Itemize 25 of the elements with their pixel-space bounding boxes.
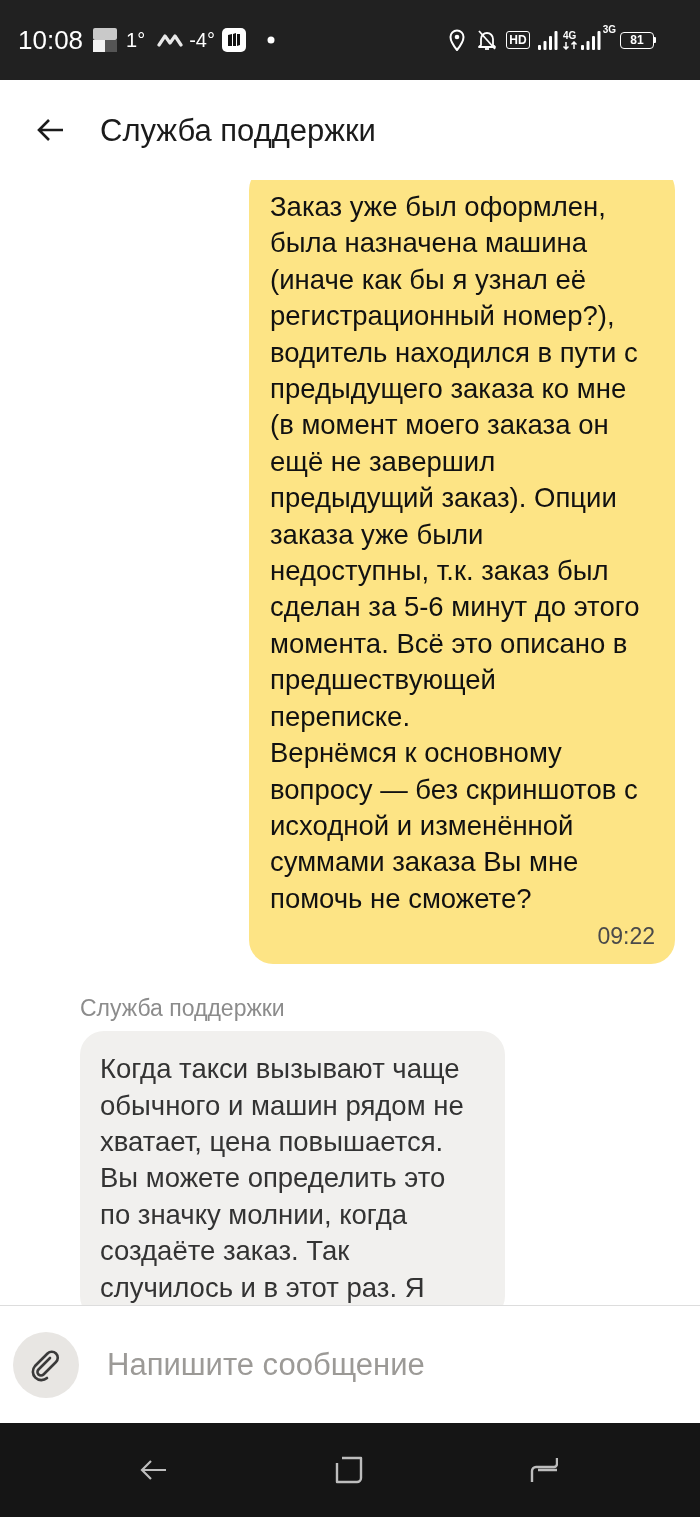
network-type-text: 4G [563,30,577,41]
message-text: Когда такси вызывают чаще обычного и машин рядом не хватает, цена повышается. Вы можете определить это по значку молнии, когда создаёте заказ. Так случилось и в этот раз. Я [100,1052,465,1305]
network-type-text: 3G [602,25,616,35]
back-arrow-icon [36,118,64,142]
recents-icon [530,1456,558,1484]
location-pin-icon [449,29,466,51]
bell-off-icon [477,29,498,51]
back-arrow-icon [139,1459,167,1481]
dot-icon [267,36,275,44]
status-time: 10:08 [18,27,84,53]
sender-name: Служба поддержки [80,996,285,1021]
signal-bars-icon [580,30,601,50]
message-time: 09:22 [597,922,655,951]
data-arrows-icon [561,40,578,50]
chat-title: Служба поддержки [100,114,376,146]
battery-level-text: 81 [620,31,654,49]
signal-bars-icon [537,30,558,50]
message-input[interactable]: Напишите сообщение [107,1334,680,1395]
zigzag-icon [157,33,184,47]
weather-tile-icon [93,28,118,52]
hd-badge: HD [506,31,530,49]
message-text: Заказ уже был оформлен, была назначена машина (иначе как бы я узнал её регистрационный номер?), водитель находился в пути с предыдущего заказа ко мне (в момент моего заказа он ещё не завершил предыдущий заказ). Опции заказа уже были недоступны, т.к. заказ был сделан за 5-6 минут до этого момента. Всё это описано в предшествующей переписке. Вернёмся к основному вопросу — без скриншотов с исходной и изменённой суммами заказа Вы мне помочь не сможете? [270,190,641,916]
app-tile-icon [222,28,246,52]
temperature-text: 1° [126,30,146,50]
temperature-text: -4° [189,30,215,50]
